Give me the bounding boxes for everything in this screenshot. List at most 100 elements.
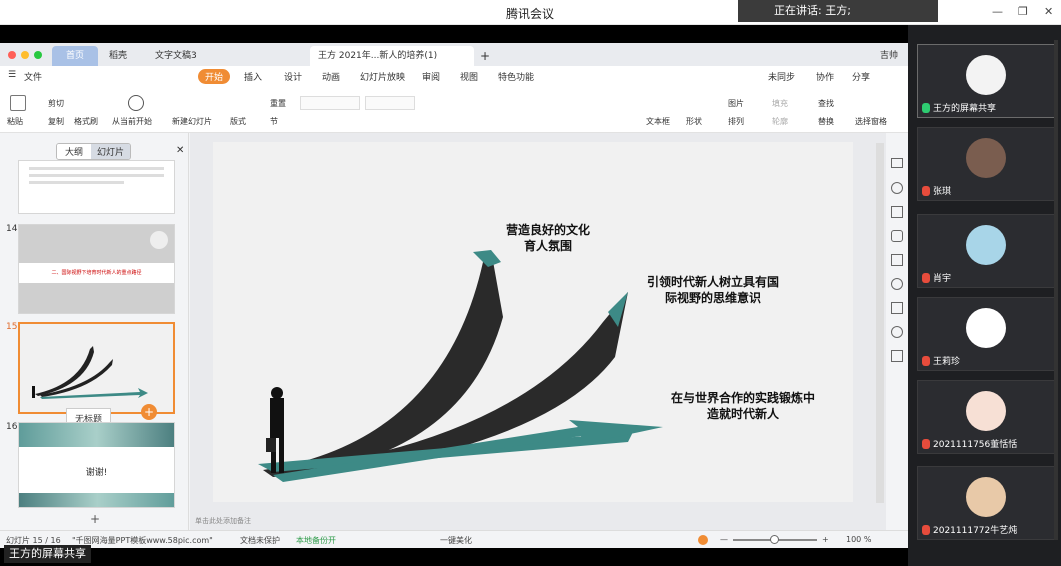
sync-status[interactable]: 未同步: [768, 70, 795, 83]
zoom-in-icon[interactable]: +: [822, 535, 829, 544]
participant-name: 2021111772牛艺炖: [933, 526, 1018, 536]
outline-label[interactable]: 轮廓: [772, 116, 788, 127]
add-slide-icon[interactable]: +: [141, 404, 157, 420]
tool-icon-1[interactable]: [891, 158, 903, 168]
menu-review[interactable]: 审阅: [422, 70, 440, 83]
copy-label[interactable]: 复制: [48, 116, 64, 127]
participant-card-5[interactable]: 2021111756董恬恬: [917, 380, 1055, 454]
notes-placeholder[interactable]: 单击此处添加备注: [195, 516, 251, 526]
menu-view[interactable]: 视图: [460, 70, 478, 83]
slide-thumb-13[interactable]: [18, 160, 175, 214]
avatar: [966, 391, 1006, 431]
protect-status[interactable]: 文档未保护: [240, 535, 280, 546]
panel-add-icon[interactable]: +: [90, 512, 100, 526]
beautify-button[interactable]: 一键美化: [440, 535, 472, 546]
title-bar: 腾讯会议 正在讲话: 王方; — ❐ ✕: [0, 0, 1061, 25]
shape-label[interactable]: 形状: [686, 116, 702, 127]
select-pane-label[interactable]: 选择窗格: [855, 116, 887, 127]
slide-thumb-15[interactable]: [18, 322, 175, 414]
tool-icon-3[interactable]: [891, 206, 903, 218]
participant-card-2[interactable]: 张琪: [917, 127, 1055, 201]
tab-daoke[interactable]: 稻壳: [101, 46, 135, 66]
history-icon[interactable]: [891, 326, 903, 338]
template-name: "千图网海量PPT模板www.58pic.com": [72, 536, 213, 545]
minimize-dot[interactable]: [21, 51, 29, 59]
tool-icon-9[interactable]: [891, 350, 903, 362]
editor-scrollbar[interactable]: [876, 143, 884, 503]
maximize-icon[interactable]: ❐: [1018, 5, 1028, 18]
tab-outline[interactable]: 大纲: [57, 144, 92, 159]
menu-insert[interactable]: 插入: [244, 70, 262, 83]
collab-button[interactable]: 协作: [816, 70, 834, 83]
participant-name: 2021111756董恬恬: [933, 440, 1018, 450]
tab-home[interactable]: 首页: [52, 46, 98, 66]
close-panel-icon[interactable]: ✕: [176, 145, 184, 156]
participant-card-1[interactable]: 王方的屏幕共享: [917, 44, 1055, 118]
menu-design[interactable]: 设计: [284, 70, 302, 83]
tool-icon-4[interactable]: [891, 230, 903, 242]
zoom-handle[interactable]: [770, 535, 779, 544]
menu-start[interactable]: 开始: [198, 69, 231, 84]
slide-thumb-16[interactable]: 谢谢!: [18, 422, 175, 508]
menu-icon[interactable]: ☰: [8, 70, 16, 80]
cut-label[interactable]: 剪切: [48, 98, 64, 109]
participant-card-3[interactable]: 肖宇: [917, 214, 1055, 288]
slide-16-text: 谢谢!: [85, 468, 108, 478]
mic-muted-icon: [922, 524, 930, 535]
tab-ppt[interactable]: 王方 2021年...新人的培养(1): [310, 46, 474, 66]
participants-scrollbar[interactable]: [1054, 40, 1058, 540]
user-name[interactable]: 吉帅: [872, 46, 906, 66]
participant-name: 肖宇: [933, 274, 952, 284]
speaking-indicator: 正在讲话: 王方;: [738, 0, 938, 22]
screen-share-label: 王方的屏幕共享: [4, 545, 91, 563]
participant-card-6[interactable]: 2021111772牛艺炖: [917, 466, 1055, 540]
play-slideshow-icon[interactable]: [698, 535, 708, 545]
participant-name: 王莉珍: [933, 357, 961, 367]
minimize-icon[interactable]: —: [992, 5, 1003, 18]
close-dot[interactable]: [8, 51, 16, 59]
fill-label[interactable]: 填充: [772, 98, 788, 109]
slide-num-14: 14: [6, 224, 18, 234]
tool-icon-5[interactable]: [891, 254, 903, 266]
backup-status[interactable]: 本地备份开: [296, 535, 336, 546]
participant-card-4[interactable]: 王莉珍: [917, 297, 1055, 371]
slide-text-culture: 营造良好的文化 育人氛围: [505, 223, 590, 253]
font-select[interactable]: [300, 96, 360, 110]
menu-animation[interactable]: 动画: [322, 70, 340, 83]
speaking-text: 正在讲话: 王方;: [774, 4, 851, 17]
section-label[interactable]: 节: [270, 116, 278, 127]
close-icon[interactable]: ✕: [1044, 5, 1053, 18]
paste-icon[interactable]: [10, 95, 26, 111]
tool-icon-7[interactable]: [891, 302, 903, 314]
zoom-out-icon[interactable]: —: [720, 535, 728, 544]
arrange-label[interactable]: 排列: [728, 116, 744, 127]
window-title: 腾讯会议: [505, 7, 554, 21]
replace-label[interactable]: 替换: [818, 116, 834, 127]
new-slide-label[interactable]: 新建幻灯片: [172, 116, 212, 127]
tab-slides[interactable]: 幻灯片: [91, 144, 131, 159]
find-label[interactable]: 查找: [818, 98, 834, 109]
menu-features[interactable]: 特色功能: [498, 70, 534, 83]
layout-label[interactable]: 版式: [230, 116, 246, 127]
zoom-level[interactable]: 100 %: [846, 535, 871, 544]
menu-file[interactable]: 文件: [24, 70, 42, 83]
new-tab-icon[interactable]: +: [480, 49, 490, 63]
tool-icon-6[interactable]: [891, 278, 903, 290]
font-size-select[interactable]: [365, 96, 415, 110]
menu-slideshow[interactable]: 幻灯片放映: [360, 70, 405, 83]
play-label[interactable]: 从当前开始: [112, 116, 152, 127]
tool-icon-2[interactable]: [891, 182, 903, 194]
share-button[interactable]: 分享: [852, 70, 870, 83]
mic-icon: [922, 102, 930, 113]
avatar: [966, 55, 1006, 95]
play-icon[interactable]: [128, 95, 144, 111]
slide-thumb-14[interactable]: 二、国际视野下培育时代新人的重点路径: [18, 224, 175, 314]
reset-label[interactable]: 重置: [270, 98, 286, 109]
avatar: [966, 138, 1006, 178]
zoom-dot[interactable]: [34, 51, 42, 59]
picture-label[interactable]: 图片: [728, 98, 744, 109]
slide-text-vision: 引领时代新人树立具有国 际视野的思维意识: [646, 275, 779, 305]
textbox-label[interactable]: 文本框: [646, 116, 670, 127]
format-label[interactable]: 格式刷: [74, 116, 98, 127]
tab-doc3[interactable]: 文字文稿3: [147, 46, 205, 66]
